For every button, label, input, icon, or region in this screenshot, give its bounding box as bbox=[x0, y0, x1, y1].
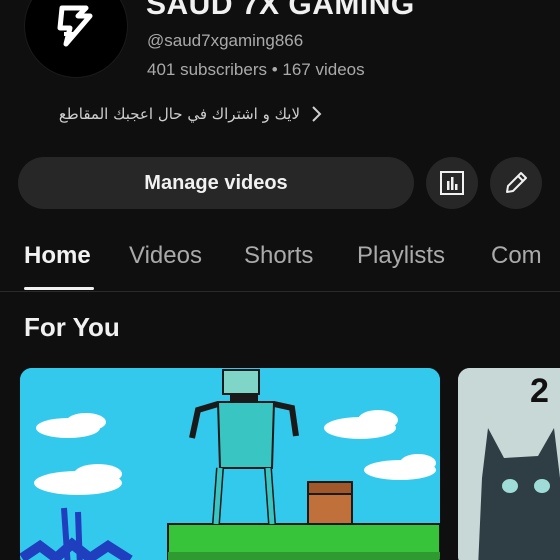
tab-playlists[interactable]: Playlists bbox=[357, 242, 445, 270]
analytics-icon bbox=[440, 171, 464, 195]
svg-text:2: 2 bbox=[530, 372, 549, 410]
tab-community[interactable]: Com bbox=[491, 242, 542, 270]
thumbnail-illustration: 2 bbox=[458, 368, 560, 560]
tab-videos[interactable]: Videos bbox=[129, 242, 202, 270]
channel-tabs: Home Videos Shorts Playlists Com bbox=[0, 236, 560, 292]
tab-home[interactable]: Home bbox=[24, 242, 91, 270]
channel-stats: 401 subscribers • 167 videos bbox=[147, 60, 365, 79]
video-thumbnail[interactable] bbox=[20, 368, 440, 560]
channel-avatar[interactable] bbox=[24, 0, 128, 78]
analytics-button[interactable] bbox=[426, 157, 478, 209]
chevron-right-icon bbox=[310, 105, 322, 123]
channel-description-row[interactable]: لايك و اشتراك في حال اعجبك المقاطع bbox=[22, 101, 322, 127]
edit-channel-button[interactable] bbox=[490, 157, 542, 209]
pencil-icon bbox=[506, 172, 527, 193]
video-thumbnail[interactable]: 2 bbox=[458, 368, 560, 560]
channel-handle: @saud7xgaming866 bbox=[147, 31, 304, 50]
manage-videos-button[interactable]: Manage videos bbox=[18, 157, 414, 209]
section-title: For You bbox=[24, 312, 120, 342]
channel-logo-icon bbox=[57, 5, 93, 47]
channel-description: لايك و اشتراك في حال اعجبك المقاطع bbox=[58, 105, 300, 123]
channel-name: SAUD 7X GAMING bbox=[146, 0, 415, 21]
active-tab-indicator bbox=[24, 287, 94, 290]
channel-page: SAUD 7X GAMING @saud7xgaming866 401 subs… bbox=[0, 0, 560, 560]
tab-shorts[interactable]: Shorts bbox=[244, 242, 313, 270]
thumbnail-illustration bbox=[20, 368, 440, 560]
